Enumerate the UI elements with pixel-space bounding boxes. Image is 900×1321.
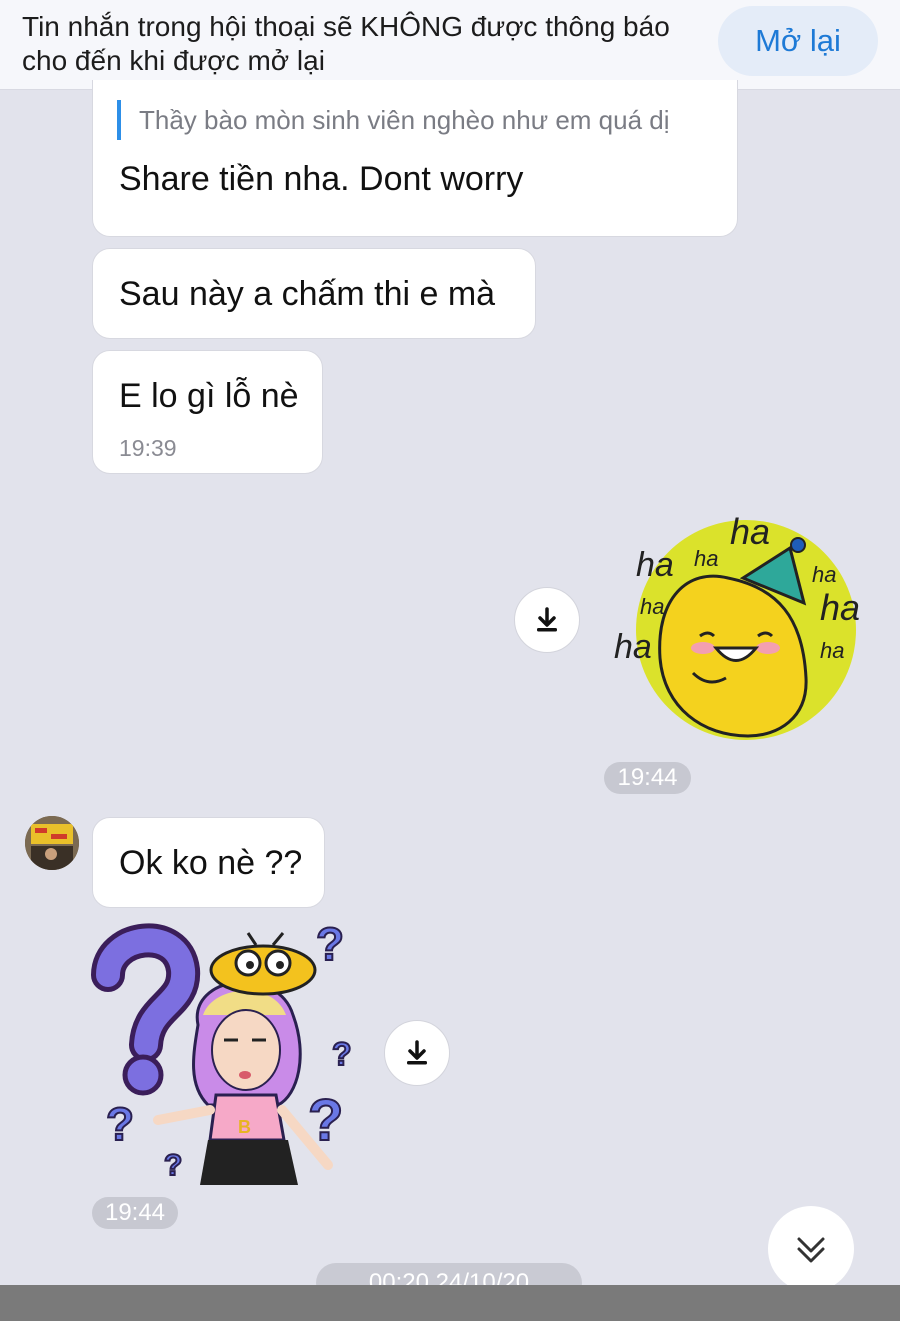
question-mark-icon: ?: [106, 1098, 134, 1150]
scroll-to-bottom-button[interactable]: [768, 1206, 854, 1292]
mute-notice-line1: Tin nhắn trong hội thoại sẽ KHÔNG được t…: [22, 11, 670, 42]
question-mark-icon: ?: [164, 1149, 182, 1182]
mute-banner: Tin nhắn trong hội thoại sẽ KHÔNG được t…: [0, 0, 900, 90]
sticker-word: ha: [730, 511, 770, 552]
message-text: Share tiền nha. Dont worry: [119, 160, 524, 198]
sticker-timestamp: 19:44: [604, 762, 691, 794]
message-bubble-reply[interactable]: Thầy bào mòn sinh viên nghèo như em quá …: [92, 80, 738, 237]
sticker-timestamp: 19:44: [92, 1197, 178, 1229]
question-mark-icon: ?: [332, 1036, 352, 1072]
shirt-letter: B: [238, 1117, 251, 1137]
message-timestamp: 19:39: [119, 435, 177, 461]
download-button[interactable]: [514, 587, 580, 653]
unmute-button[interactable]: Mở lại: [718, 6, 878, 76]
message-text: Sau này a chấm thi e mà: [119, 275, 496, 313]
mute-notice-line2: cho đến khi được mở lại: [22, 45, 325, 76]
message-bubble[interactable]: E lo gì lỗ nè 19:39: [92, 350, 323, 474]
question-mark-icon: ?: [316, 918, 344, 970]
message-bubble[interactable]: Sau này a chấm thi e mà: [92, 248, 536, 339]
sticker-word: ha: [614, 628, 652, 666]
double-chevron-down-icon: [797, 1237, 825, 1263]
sticker-word: ha: [640, 594, 664, 619]
question-girl-sticker[interactable]: ? ? ? ? ? B: [88, 915, 368, 1195]
sticker-word: ha: [694, 546, 718, 571]
sticker-word: ha: [820, 587, 860, 628]
message-bubble-incoming[interactable]: Ok ko nè ??: [92, 817, 325, 908]
sticker-word: ha: [820, 638, 844, 663]
message-text: Ok ko nè ??: [119, 844, 303, 882]
message-text: E lo gì lỗ nè: [119, 377, 299, 415]
laughing-sticker[interactable]: ha ha ha ha ha ha ha ha: [608, 508, 868, 743]
bottom-bar: [0, 1285, 900, 1321]
download-icon: [407, 1040, 427, 1065]
download-button[interactable]: [384, 1020, 450, 1086]
download-icon: [537, 607, 557, 632]
mute-notice: Tin nhắn trong hội thoại sẽ KHÔNG được t…: [22, 10, 712, 78]
sticker-word: ha: [812, 562, 836, 587]
avatar[interactable]: [25, 816, 79, 870]
sticker-word: ha: [636, 546, 674, 584]
quoted-message[interactable]: Thầy bào mòn sinh viên nghèo như em quá …: [117, 100, 670, 140]
